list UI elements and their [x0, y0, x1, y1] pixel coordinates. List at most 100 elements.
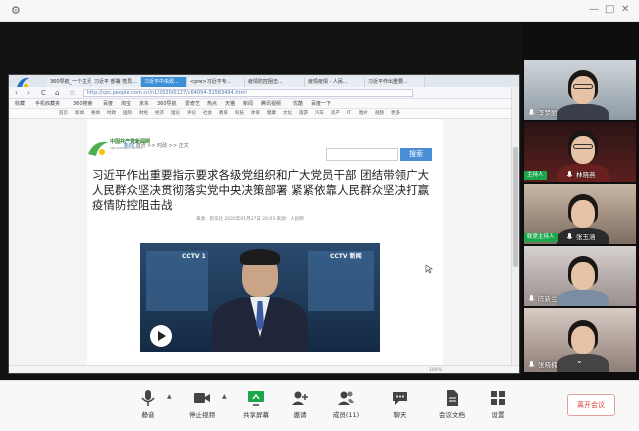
meeting-documents-button[interactable]: 会议文档 [432, 389, 472, 427]
document-icon [447, 390, 458, 406]
close-button[interactable]: ✕ [621, 4, 629, 16]
browser-tab[interactable]: 习近平作出重要... [365, 77, 425, 87]
participant-body [557, 354, 609, 372]
browser-scrollbar[interactable] [511, 87, 519, 373]
site-nav-item[interactable]: 经济 [155, 109, 164, 119]
news-video-player[interactable]: CCTV 1 CCTV 新闻 [140, 243, 380, 352]
settings-button[interactable]: 设置 [478, 389, 518, 427]
browser-tab[interactable]: 疫情疫情 - 人民... [305, 77, 365, 87]
share-screen-label: 共享屏幕 [243, 411, 269, 419]
refresh-icon[interactable]: C [41, 88, 46, 98]
bookmark-item[interactable]: 360搜索 [73, 99, 93, 109]
site-search-input[interactable] [326, 148, 398, 161]
forward-icon[interactable]: › [27, 88, 30, 98]
participant-face [571, 262, 595, 290]
maximize-button[interactable]: □ [605, 4, 614, 16]
chat-button[interactable]: 聊天 [380, 389, 420, 427]
site-search-button[interactable]: 搜索 [400, 148, 432, 161]
breadcrumb-lead[interactable]: 新闻 [124, 143, 134, 149]
bookmark-item[interactable]: 百度一下 [311, 99, 331, 109]
url-input[interactable]: http://cpc.people.com.cn/n1/2020/0127/c6… [83, 89, 413, 97]
site-nav-item[interactable]: 新闻 [75, 109, 84, 119]
back-icon[interactable]: ‹ [15, 88, 18, 98]
site-nav-item[interactable]: 评论 [187, 109, 196, 119]
site-nav-item[interactable]: 体育 [251, 109, 260, 119]
invite-button[interactable]: 邀请 [280, 389, 320, 427]
browser-tab-active[interactable]: 习近平中央政... [141, 77, 187, 87]
participant-tile[interactable]: 陈新兰 [524, 246, 636, 306]
bookmark-item[interactable]: 淘宝 [121, 99, 131, 109]
video-camera-icon [194, 393, 210, 403]
add-user-icon [292, 391, 308, 405]
stop-video-button[interactable]: 停止视频 [182, 389, 222, 427]
scrollbar-thumb[interactable] [513, 147, 518, 267]
star-icon[interactable]: ☆ [69, 88, 75, 98]
site-nav-item[interactable]: 健康 [267, 109, 276, 119]
bookmark-item[interactable]: 手机收藏夹 [35, 99, 60, 109]
participant-tile[interactable]: 李梦丽 [524, 60, 636, 120]
meeting-toolbar: 静音 ▲ 停止视频 ▲ 共享屏幕 邀请 成员(11) 聊天 会议文档 设置 [0, 380, 639, 431]
members-icon [338, 391, 354, 405]
site-nav-item[interactable]: 理论 [171, 109, 180, 119]
invite-label: 邀请 [293, 411, 307, 419]
site-nav-item[interactable]: 教育 [219, 109, 228, 119]
site-nav-item[interactable]: 视频 [375, 109, 384, 119]
share-screen-icon [248, 391, 264, 406]
site-nav-item[interactable]: IT [347, 109, 351, 119]
mouse-cursor-icon [425, 264, 433, 274]
news-anchor-hair [240, 249, 280, 265]
site-nav-item[interactable]: 财经 [139, 109, 148, 119]
bookmark-item[interactable]: 爱奇艺 [185, 99, 200, 109]
bookmark-item[interactable]: 腾讯视频 [261, 99, 281, 109]
site-nav-item[interactable]: 图片 [359, 109, 368, 119]
site-nav-item[interactable]: 科技 [235, 109, 244, 119]
bookmark-item[interactable]: 热点 [207, 99, 217, 109]
breadcrumb-path: 首页 >> 时政 >> 正文 [135, 143, 189, 149]
participant-tile[interactable]: 联席主持人 张玉涵 [524, 184, 636, 244]
share-screen-button[interactable]: 共享屏幕 [236, 389, 276, 427]
participant-tile[interactable]: 张晓楠 ⌄ [524, 308, 636, 372]
site-nav-item[interactable]: 要闻 [91, 109, 100, 119]
participant-name: 张玉涵 [576, 233, 596, 241]
site-nav-item[interactable]: 时政 [107, 109, 116, 119]
participant-face [571, 136, 595, 164]
browser-tab[interactable]: 习近平 部署 党员... [91, 77, 141, 87]
bookmark-item[interactable]: 京东 [139, 99, 149, 109]
mute-button[interactable]: 静音 [128, 389, 168, 427]
play-button-icon[interactable] [150, 325, 172, 347]
glasses-icon [573, 144, 593, 149]
site-nav-item[interactable]: 文化 [283, 109, 292, 119]
shared-screen-area: 360导航_一个主页... 习近平 部署 党员... 习近平中央政... <pr… [0, 22, 522, 380]
members-button[interactable]: 成员(11) [326, 389, 366, 427]
browser-tab[interactable]: 疫情防控阻击... [245, 77, 305, 87]
bookmark-item[interactable]: 天猫 [225, 99, 235, 109]
site-nav-item[interactable]: 国际 [123, 109, 132, 119]
site-nav-item[interactable]: 更多 [391, 109, 400, 119]
bookmark-item[interactable]: 收藏 [15, 99, 25, 109]
chevron-down-icon[interactable]: ⌄ [576, 356, 583, 365]
home-icon[interactable]: ⌂ [55, 88, 59, 98]
participant-face [571, 200, 595, 228]
gear-icon[interactable]: ⚙ [11, 5, 23, 17]
site-nav-item[interactable]: 社会 [203, 109, 212, 119]
microphone-icon [528, 109, 535, 115]
participant-body [557, 290, 609, 306]
site-nav-item[interactable]: 汽车 [315, 109, 324, 119]
bookmark-item[interactable]: 优酷 [293, 99, 303, 109]
leave-meeting-button[interactable]: 离开会议 [567, 394, 615, 416]
site-nav-item[interactable]: 旅游 [299, 109, 308, 119]
bookmark-item[interactable]: 新闻 [243, 99, 253, 109]
participant-tile[interactable]: 主持人 林晓燕 [524, 122, 636, 182]
participant-face [571, 76, 595, 104]
title-bar: ⚙ — □ ✕ [0, 0, 639, 22]
bookmark-item[interactable]: 百度 [103, 99, 113, 109]
browser-tab[interactable]: <pre>习近平专... [187, 77, 245, 87]
chevron-up-icon[interactable]: ▲ [222, 393, 227, 400]
chevron-up-icon[interactable]: ▲ [167, 393, 172, 400]
bookmark-item[interactable]: 360导航 [157, 99, 177, 109]
minimize-button[interactable]: — [589, 4, 599, 16]
glasses-icon [573, 84, 593, 89]
site-nav-item[interactable]: 首页 [59, 109, 68, 119]
site-nav-item[interactable]: 房产 [331, 109, 340, 119]
browser-tab[interactable]: 360导航_一个主页... [47, 77, 91, 87]
